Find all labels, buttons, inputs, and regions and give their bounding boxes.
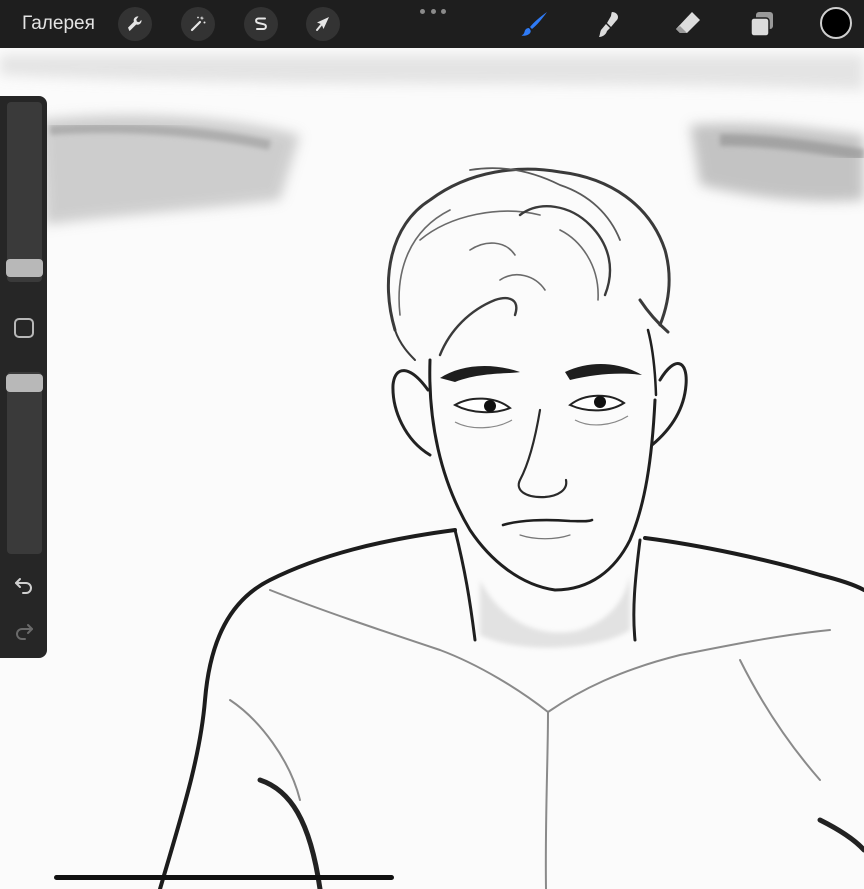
arrow-cursor-icon [316, 17, 329, 31]
selection-s-icon [255, 17, 267, 30]
eraser-tool[interactable] [672, 8, 704, 40]
side-toolbar [0, 96, 47, 658]
brush-tool[interactable] [519, 8, 551, 40]
brush-size-slider[interactable] [7, 102, 42, 282]
redo-icon [16, 624, 33, 640]
home-indicator[interactable] [54, 875, 394, 880]
color-picker-button[interactable] [820, 7, 852, 39]
undo-icon [15, 578, 32, 594]
actions-button[interactable] [118, 7, 152, 41]
smudge-tool[interactable] [594, 8, 626, 40]
eraser-icon [676, 12, 700, 33]
layers-icon [750, 12, 773, 37]
transform-button[interactable] [306, 7, 340, 41]
opacity-slider[interactable] [7, 372, 42, 554]
adjustments-button[interactable] [181, 7, 215, 41]
undo-button[interactable] [12, 572, 36, 596]
redo-button[interactable] [12, 618, 36, 642]
magic-wand-icon [190, 16, 206, 32]
more-dots-icon[interactable] [420, 4, 446, 18]
modify-button[interactable] [14, 318, 34, 338]
opacity-thumb[interactable] [6, 374, 43, 392]
wrench-icon [128, 16, 142, 31]
top-toolbar: Галерея [0, 0, 864, 48]
brush-size-thumb[interactable] [6, 259, 43, 277]
brush-icon [521, 12, 547, 36]
drawing-canvas[interactable] [0, 48, 864, 889]
sketch-artwork [0, 55, 864, 889]
smudge-icon [599, 12, 618, 37]
selection-button[interactable] [244, 7, 278, 41]
layers-button[interactable] [746, 8, 778, 40]
gallery-button[interactable]: Галерея [22, 13, 95, 35]
